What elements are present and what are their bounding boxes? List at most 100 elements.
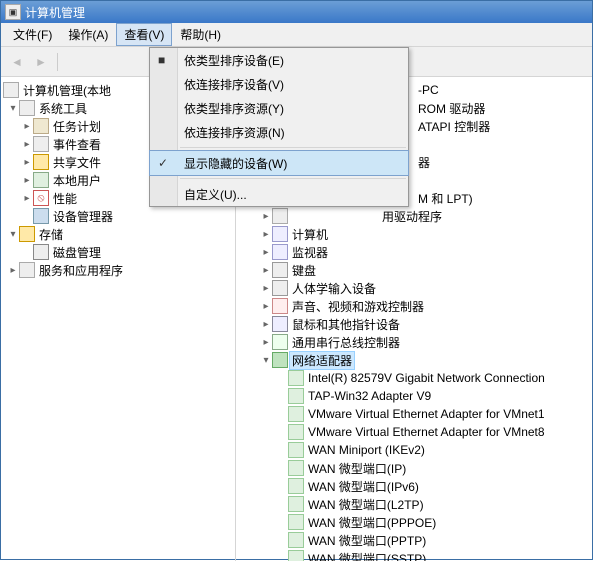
view-dropdown: ■ 依类型排序设备(E) 依连接排序设备(V) 依类型排序资源(Y) 依连接排序… <box>149 47 409 207</box>
tree-row-nic-vmnet1[interactable]: VMware Virtual Ethernet Adapter for VMne… <box>236 405 592 423</box>
expand-icon[interactable]: ▸ <box>260 300 272 312</box>
tree-label: ROM 驱动器 <box>416 100 487 117</box>
menu-item-show-hidden[interactable]: ✓ 显示隐藏的设备(W) <box>150 151 408 175</box>
tree-label: WAN 微型端口(PPPOE) <box>306 514 438 531</box>
nic-icon <box>288 388 304 404</box>
computer-icon <box>272 226 288 242</box>
menu-action[interactable]: 操作(A) <box>60 23 116 46</box>
expand-icon[interactable]: ▸ <box>21 138 33 150</box>
event-icon <box>33 136 49 152</box>
tree-label: 性能 <box>51 190 79 207</box>
tree-label: 任务计划 <box>51 118 103 135</box>
window-title: 计算机管理 <box>25 4 85 21</box>
tree-row-monitor[interactable]: ▸ 监视器 <box>236 243 592 261</box>
menu-item-label: 依类型排序资源(Y) <box>184 100 284 117</box>
expand-icon[interactable]: ▸ <box>260 228 272 240</box>
collapse-icon[interactable]: ▾ <box>7 102 19 114</box>
menu-item-label: 依类型排序设备(E) <box>184 52 284 69</box>
menu-view[interactable]: 查看(V) <box>116 23 172 46</box>
menu-item-sort-conn-resources[interactable]: 依连接排序资源(N) <box>150 120 408 144</box>
keyboard-icon <box>272 262 288 278</box>
tree-label: ATAPI 控制器 <box>416 118 492 135</box>
tree-label: WAN 微型端口(SSTP) <box>306 550 428 561</box>
expand-icon[interactable]: ▸ <box>21 192 33 204</box>
menu-separator <box>180 147 406 148</box>
tree-label: 系统工具 <box>37 100 89 117</box>
collapse-icon[interactable]: ▾ <box>260 354 272 366</box>
tree-label: 网络适配器 <box>290 352 354 369</box>
tree-storage[interactable]: ▾ 存储 <box>1 225 235 243</box>
menu-item-sort-type-resources[interactable]: 依类型排序资源(Y) <box>150 96 408 120</box>
expand-icon[interactable]: ▸ <box>21 174 33 186</box>
tree-row-nic-pptp[interactable]: WAN 微型端口(PPTP) <box>236 531 592 549</box>
expand-icon[interactable]: ▸ <box>21 156 33 168</box>
expand-icon[interactable]: ▸ <box>21 120 33 132</box>
sound-icon <box>272 298 288 314</box>
menu-item-customize[interactable]: 自定义(U)... <box>150 182 408 206</box>
title-bar[interactable]: ▣ 计算机管理 <box>1 1 592 23</box>
tree-row-nic-ip[interactable]: WAN 微型端口(IP) <box>236 459 592 477</box>
tree-row-nic-tap[interactable]: TAP-Win32 Adapter V9 <box>236 387 592 405</box>
tree-label: M 和 LPT) <box>416 190 475 207</box>
tree-row-nic-ipv6[interactable]: WAN 微型端口(IPv6) <box>236 477 592 495</box>
collapse-icon[interactable]: ▾ <box>7 228 19 240</box>
tree-row-nic-vmnet8[interactable]: VMware Virtual Ethernet Adapter for VMne… <box>236 423 592 441</box>
tree-label: 本地用户 <box>51 172 103 189</box>
nic-icon <box>288 370 304 386</box>
tree-row-keyboard[interactable]: ▸ 键盘 <box>236 261 592 279</box>
services-icon <box>19 262 35 278</box>
tree-row-hid[interactable]: ▸ 人体学输入设备 <box>236 279 592 297</box>
nic-icon <box>288 532 304 548</box>
tree-row-nic-l2tp[interactable]: WAN 微型端口(L2TP) <box>236 495 592 513</box>
menu-bar: 文件(F) 操作(A) 查看(V) 帮助(H) ■ 依类型排序设备(E) 依连接… <box>1 23 592 47</box>
tree-label: 磁盘管理 <box>51 244 103 261</box>
forward-button[interactable]: ► <box>31 52 51 72</box>
nic-icon <box>288 406 304 422</box>
tree-label: WAN 微型端口(IPv6) <box>306 478 421 495</box>
tree-row-nic-sstp[interactable]: WAN 微型端口(SSTP) <box>236 549 592 561</box>
tree-label: WAN 微型端口(IP) <box>306 460 408 477</box>
tree-row-nic-ikev2[interactable]: WAN Miniport (IKEv2) <box>236 441 592 459</box>
tree-label: 键盘 <box>290 262 318 279</box>
check-icon: ✓ <box>158 156 168 170</box>
mouse-icon <box>272 316 288 332</box>
expand-icon[interactable]: ▸ <box>260 282 272 294</box>
tree-row-nic-pppoe[interactable]: WAN 微型端口(PPPOE) <box>236 513 592 531</box>
nic-icon <box>288 424 304 440</box>
expand-icon[interactable]: ▸ <box>260 246 272 258</box>
tree-row-computer[interactable]: ▸ 计算机 <box>236 225 592 243</box>
tree-label: 服务和应用程序 <box>37 262 125 279</box>
expand-icon[interactable]: ▸ <box>7 264 19 276</box>
computer-mgmt-icon <box>3 82 19 98</box>
plugplay-icon <box>272 208 288 224</box>
tree-row-usb[interactable]: ▸ 通用串行总线控制器 <box>236 333 592 351</box>
menu-file[interactable]: 文件(F) <box>5 23 60 46</box>
expand-icon[interactable]: ▸ <box>260 210 272 222</box>
tree-device-manager[interactable]: 设备管理器 <box>1 207 235 225</box>
tree-label: WAN 微型端口(PPTP) <box>306 532 428 549</box>
expand-icon[interactable]: ▸ <box>260 318 272 330</box>
window: ▣ 计算机管理 文件(F) 操作(A) 查看(V) 帮助(H) ■ 依类型排序设… <box>0 0 593 560</box>
tree-row-mouse[interactable]: ▸ 鼠标和其他指针设备 <box>236 315 592 333</box>
expand-icon[interactable]: ▸ <box>260 336 272 348</box>
expand-icon[interactable]: ▸ <box>260 264 272 276</box>
tree-services-apps[interactable]: ▸ 服务和应用程序 <box>1 261 235 279</box>
back-button[interactable]: ◄ <box>7 52 27 72</box>
tree-row-sound[interactable]: ▸ 声音、视频和游戏控制器 <box>236 297 592 315</box>
tree-label: 器 <box>416 154 432 171</box>
tree-label: 用驱动程序 <box>380 208 444 225</box>
users-icon <box>33 172 49 188</box>
tree-label: VMware Virtual Ethernet Adapter for VMne… <box>306 407 547 421</box>
nic-icon <box>288 478 304 494</box>
menu-help[interactable]: 帮助(H) <box>172 23 229 46</box>
tree-row-nic-intel[interactable]: Intel(R) 82579V Gigabit Network Connecti… <box>236 369 592 387</box>
tree-label: 共享文件 <box>51 154 103 171</box>
tree-label: TAP-Win32 Adapter V9 <box>306 389 433 403</box>
nic-icon <box>288 550 304 561</box>
folder-icon <box>33 154 49 170</box>
menu-item-sort-conn-devices[interactable]: 依连接排序设备(V) <box>150 72 408 96</box>
tree-row-network-adapters[interactable]: ▾ 网络适配器 <box>236 351 592 369</box>
tree-row-plugplay[interactable]: ▸ 用驱动程序 <box>236 207 592 225</box>
tree-disk-mgmt[interactable]: 磁盘管理 <box>1 243 235 261</box>
menu-item-sort-type-devices[interactable]: ■ 依类型排序设备(E) <box>150 48 408 72</box>
